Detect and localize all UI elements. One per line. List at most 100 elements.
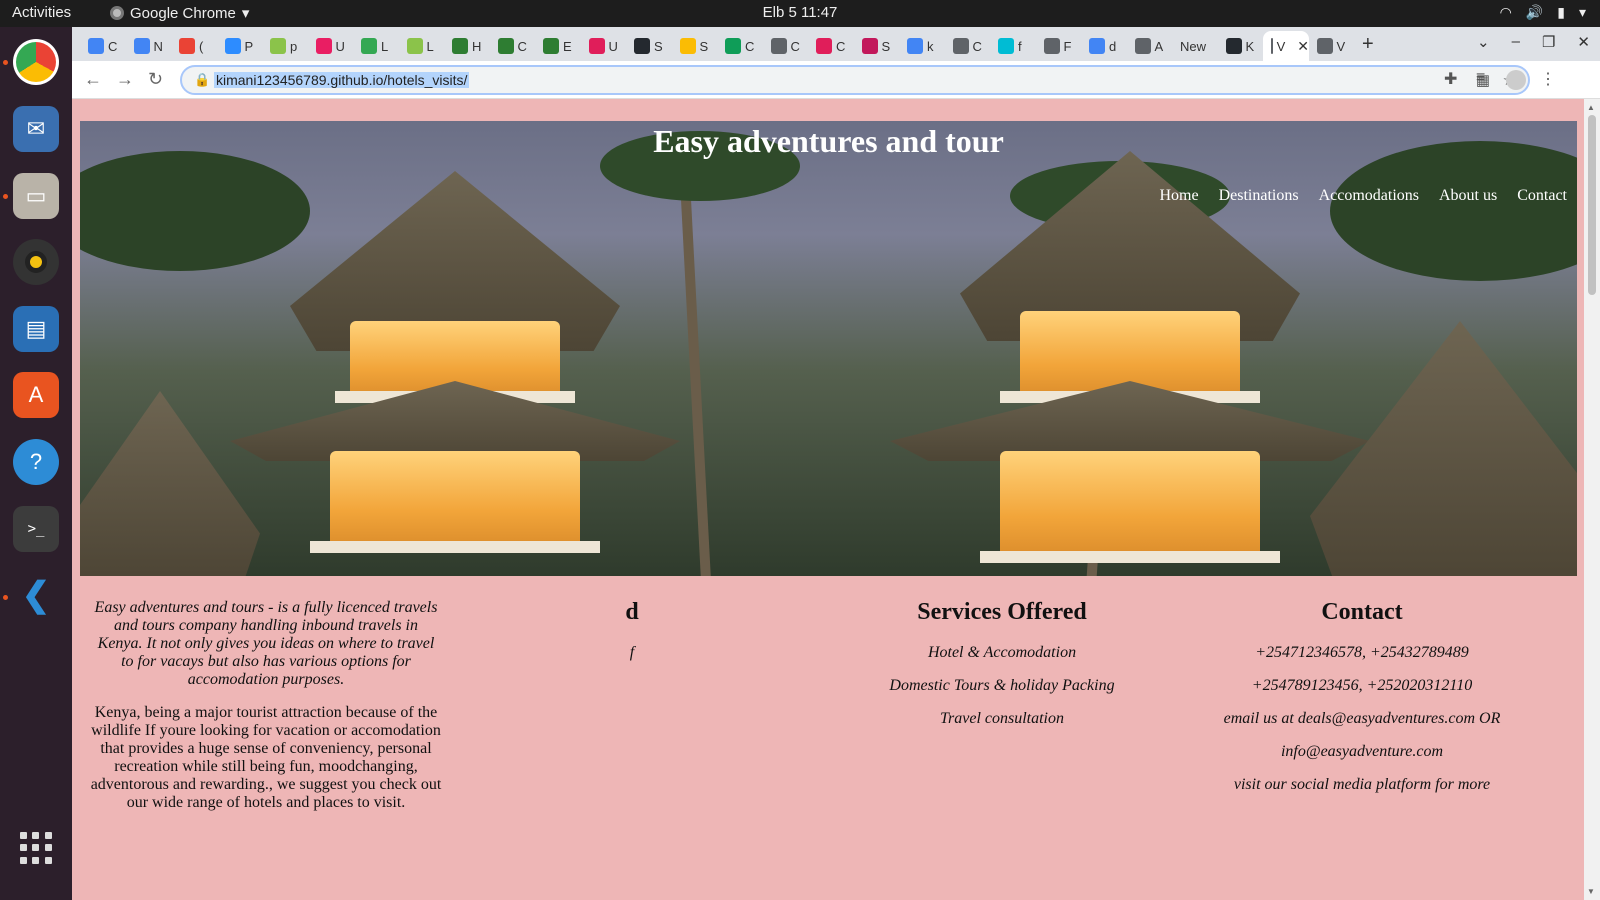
tab-title: V [1336,38,1346,54]
tab-strip: C N(Pp U L L H C E U S S C C C Sk Cf Fd A New K V ✕ V + ⌄ – ❐ ✕ [72,27,1600,61]
forward-icon[interactable]: → [116,69,134,90]
browser-tab[interactable]: p [262,31,306,61]
tab-title: S [654,38,663,54]
lock-icon[interactable]: 🔒 [194,72,210,88]
thunderbird-icon[interactable]: ✉ [13,106,59,152]
browser-tab[interactable]: New [1172,31,1216,61]
libreoffice-writer-icon[interactable]: ▤ [13,306,59,352]
browser-tab[interactable]: ( [171,31,215,61]
browser-tab[interactable]: d [1081,31,1125,61]
browser-tab[interactable]: A [1127,31,1171,61]
reload-icon[interactable]: ↻ [148,69,163,90]
nav-about-us[interactable]: About us [1439,187,1497,205]
browser-tab[interactable]: K [1218,31,1262,61]
tab-favicon-icon [315,38,332,54]
tab-title: E [563,38,572,54]
maximize-icon[interactable]: ❐ [1542,33,1555,51]
battery-icon: ▮ [1557,4,1565,20]
about-body: Kenya, being a major tourist attraction … [90,704,442,811]
browser-tab[interactable]: k [899,31,943,61]
browser-tab[interactable]: C [763,31,807,61]
activities-button[interactable]: Activities [12,4,71,21]
tab-title: p [290,38,298,54]
menu-kebab-icon[interactable]: ⋮ [1540,69,1556,89]
back-icon[interactable]: ← [84,69,102,90]
chrome-icon[interactable] [13,39,59,85]
nav-home[interactable]: Home [1159,187,1198,205]
url-text[interactable]: kimani123456789.github.io/hotels_visits/ [214,72,470,88]
extensions-icon[interactable]: ✚ [1444,69,1457,89]
contact-phone: +254712346578, +25432789489 [1255,644,1469,661]
app-menu-label: Google Chrome [130,4,236,22]
page-scrollbar[interactable]: ▲ ▼ [1584,99,1600,900]
browser-tab[interactable]: S [626,31,670,61]
tab-favicon-icon [1043,38,1060,54]
tab-title: V [1276,38,1286,54]
browser-tab[interactable]: S [854,31,898,61]
about-column: Easy adventures and tours - is a fully l… [90,599,442,827]
contact-heading: Contact [1321,599,1403,625]
tab-favicon-icon [679,38,696,54]
app-menu[interactable]: Google Chrome ▾ [110,4,249,22]
tab-favicon-icon [952,38,969,54]
browser-tab[interactable]: L [353,31,397,61]
browser-tab[interactable]: P [217,31,261,61]
browser-tab[interactable]: S [672,31,716,61]
tab-title: C [790,38,800,54]
tab-favicon-icon [861,38,878,54]
browser-tab[interactable]: F [1036,31,1080,61]
browser-tab[interactable]: V [1309,31,1353,61]
close-tab-icon[interactable]: ✕ [1297,38,1309,55]
browser-tab[interactable]: L [399,31,443,61]
browser-tab[interactable]: f [990,31,1034,61]
browser-tab[interactable]: C [945,31,989,61]
tab-title: S [881,38,891,54]
tab-title: P [244,38,254,54]
tab-favicon-icon [361,38,377,54]
tab-favicon-icon [1134,38,1151,54]
browser-tab[interactable]: U [308,31,352,61]
browser-tab[interactable]: C [808,31,852,61]
new-tab-button[interactable]: + [1362,33,1374,56]
browser-tab[interactable]: C [717,31,761,61]
terminal-icon[interactable]: >_ [13,506,59,552]
browser-tab[interactable]: C [490,31,534,61]
contact-column: Contact +254712346578, +25432789489 +254… [1212,599,1512,809]
browser-tab[interactable]: H [444,31,488,61]
minimize-icon[interactable]: – [1512,33,1520,51]
help-icon[interactable]: ? [13,439,59,485]
show-applications-icon[interactable] [20,832,52,864]
browser-tab[interactable]: C [80,31,124,61]
tab-search-icon[interactable]: ⌄ [1477,33,1490,51]
tab-favicon-icon [1225,38,1242,54]
browser-tab[interactable]: U [581,31,625,61]
tab-favicon-icon [270,38,286,54]
software-center-icon[interactable]: A [13,372,59,418]
media-control-icon[interactable]: ≡ [1476,69,1485,87]
browser-tab[interactable]: V ✕ [1263,31,1309,61]
tab-favicon-icon [770,38,787,54]
browser-tab[interactable]: N [126,31,170,61]
tab-title: K [1245,38,1255,54]
nav-accomodations[interactable]: Accomodations [1319,187,1419,205]
profile-avatar[interactable] [1506,70,1526,90]
tab-title: C [517,38,527,54]
vscode-icon[interactable]: ❮ [13,572,59,618]
address-bar[interactable]: 🔒 kimani123456789.github.io/hotels_visit… [180,65,1530,95]
browser-tab[interactable]: E [535,31,579,61]
nav-contact[interactable]: Contact [1517,187,1567,205]
system-tray[interactable]: ◠ 🔊 ▮ ▾ [1500,4,1586,21]
tab-title: N [153,38,163,54]
service-item: Hotel & Accomodation [927,644,1077,661]
tab-title: S [699,38,709,54]
files-icon[interactable]: ▭ [13,173,59,219]
close-window-icon[interactable]: ✕ [1577,33,1590,51]
scroll-up-icon[interactable]: ▲ [1587,103,1595,112]
tab-favicon-icon [133,38,150,54]
scroll-down-icon[interactable]: ▼ [1587,887,1595,896]
scrollbar-thumb[interactable] [1588,115,1596,295]
nav-destinations[interactable]: Destinations [1219,187,1299,205]
rhythmbox-icon[interactable] [13,239,59,285]
services-column: Services Offered Hotel & Accomodation Do… [867,599,1137,743]
tab-title: H [472,38,482,54]
